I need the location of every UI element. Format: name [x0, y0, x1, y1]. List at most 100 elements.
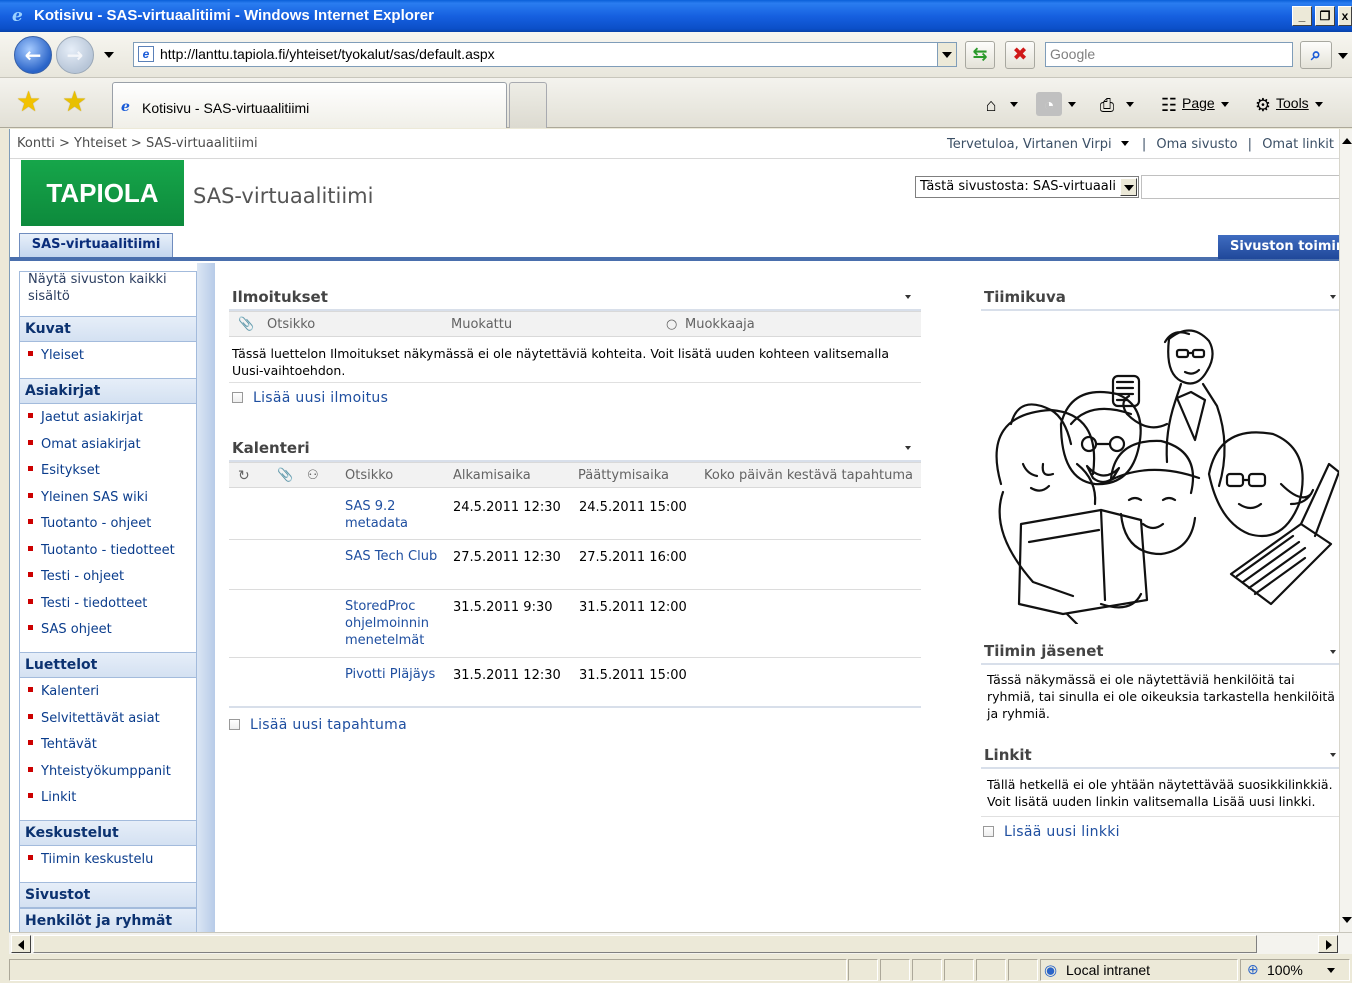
nav-item[interactable]: Jaetut asiakirjat — [28, 409, 143, 427]
col-title[interactable]: Otsikko — [267, 317, 315, 332]
security-zone[interactable]: ◉ Local intranet — [1040, 959, 1238, 981]
close-window-button[interactable]: x — [1338, 6, 1352, 26]
tab-current[interactable]: e Kotisivu - SAS-virtuaalitiimi — [112, 82, 507, 128]
col-end[interactable]: Päättymisaika — [578, 468, 669, 483]
links-title[interactable]: Linkit — [984, 746, 1032, 764]
col-editor[interactable]: Muokkaaja — [685, 317, 755, 332]
add-link-link[interactable]: Lisää uusi linkki — [983, 824, 1120, 840]
my-links-link[interactable]: Omat linkit — [1262, 137, 1334, 152]
nav-item[interactable]: Testi - ohjeet — [28, 568, 124, 586]
minimize-button[interactable]: _ — [1292, 6, 1312, 26]
zoom-value: 100% — [1267, 962, 1303, 978]
nav-heading-sivustot[interactable]: Sivustot — [20, 882, 196, 908]
col-allday[interactable]: Koko päivän kestävä tapahtuma — [704, 468, 913, 483]
nav-item[interactable]: Yleiset — [28, 347, 84, 365]
nav-item[interactable]: Tuotanto - tiedotteet — [28, 542, 175, 560]
col-modified[interactable]: Muokattu — [451, 317, 512, 332]
maximize-button[interactable]: ❐ — [1315, 6, 1335, 26]
announcements-menu-icon[interactable] — [905, 295, 911, 299]
members-menu-icon[interactable] — [1330, 650, 1336, 654]
event-link[interactable]: SAS 9.2 metadata — [345, 498, 445, 532]
members-title[interactable]: Tiimin jäsenet — [984, 642, 1104, 660]
add-favorite-icon[interactable]: ★ — [62, 87, 87, 117]
nav-item[interactable]: Kalenteri — [28, 683, 99, 701]
col-title[interactable]: Otsikko — [345, 468, 393, 483]
team-image-title[interactable]: Tiimikuva — [984, 288, 1066, 306]
vertical-scrollbar[interactable] — [1339, 129, 1352, 932]
event-link[interactable]: Pivotti Pläjäys — [345, 666, 445, 683]
nav-item[interactable]: Linkit — [28, 789, 76, 807]
nav-item[interactable]: Yleinen SAS wiki — [28, 489, 148, 507]
back-button[interactable]: ← — [14, 36, 52, 74]
top-nav-bar: SAS-virtuaalitiimi Sivuston toiminnot — [10, 233, 1340, 261]
team-image-menu-icon[interactable] — [1330, 295, 1336, 299]
home-button[interactable]: ⌂ — [978, 90, 1018, 116]
event-end: 31.5.2011 15:00 — [579, 668, 687, 683]
zoom-control[interactable]: ⊕ 100% — [1240, 959, 1350, 981]
announcements-title[interactable]: Ilmoitukset — [232, 288, 328, 306]
calendar-menu-icon[interactable] — [905, 446, 911, 450]
event-link[interactable]: StoredProc ohjelmoinnin menetelmät — [345, 598, 445, 649]
address-input[interactable]: e http://lanttu.tapiola.fi/yhteiset/tyok… — [133, 42, 957, 67]
nav-item[interactable]: SAS ohjeet — [28, 621, 112, 639]
ie-logo-icon: e — [12, 6, 23, 26]
add-event-link[interactable]: Lisää uusi tapahtuma — [229, 717, 407, 733]
my-site-link[interactable]: Oma sivusto — [1156, 137, 1237, 152]
nav-heading-kuvat[interactable]: Kuvat — [20, 316, 196, 342]
divider — [981, 816, 1340, 817]
site-search-input[interactable] — [1141, 175, 1340, 199]
tab-label: Kotisivu - SAS-virtuaalitiimi — [142, 100, 310, 116]
event-end: 27.5.2011 16:00 — [579, 550, 687, 565]
search-scope-select[interactable]: Tästä sivustosta: SAS-virtuaali — [915, 176, 1139, 198]
links-menu-icon[interactable] — [1330, 753, 1336, 757]
zoom-icon: ⊕ — [1247, 961, 1259, 977]
search-input[interactable]: Google — [1045, 42, 1293, 67]
nav-heading-luettelot[interactable]: Luettelot — [20, 652, 196, 678]
calendar-title[interactable]: Kalenteri — [232, 439, 310, 457]
nav-item[interactable]: Selvitettävät asiat — [28, 710, 160, 728]
nav-item[interactable]: Tiimin keskustelu — [28, 851, 153, 869]
status-bar: ◉ Local intranet ⊕ 100% — [0, 954, 1352, 983]
page-icon: e — [138, 46, 154, 62]
refresh-button[interactable]: ⇆ — [965, 41, 995, 69]
col-start[interactable]: Alkamisaika — [453, 468, 531, 483]
tapiola-logo[interactable]: TAPIOLA — [21, 160, 184, 226]
add-announcement-link[interactable]: Lisää uusi ilmoitus — [232, 390, 388, 406]
nav-heading-keskustelut[interactable]: Keskustelut — [20, 820, 196, 846]
welcome-menu[interactable]: Tervetuloa, Virtanen Virpi — [947, 137, 1112, 152]
welcome-dropdown-icon[interactable] — [1120, 141, 1129, 146]
forward-button[interactable]: → — [56, 36, 94, 74]
search-icon[interactable]: ⌕ — [1300, 41, 1332, 69]
search-scope-dropdown-icon[interactable] — [1120, 178, 1137, 196]
event-link[interactable]: SAS Tech Club — [345, 548, 445, 565]
stop-button[interactable]: ✖ — [1005, 41, 1035, 69]
history-dropdown-icon[interactable] — [104, 52, 114, 58]
page-menu[interactable]: ☷ Page — [1156, 90, 1229, 116]
nav-item[interactable]: Testi - tiedotteet — [28, 595, 147, 613]
tab-site-home[interactable]: SAS-virtuaalitiimi — [19, 233, 173, 257]
nav-heading-asiakirjat[interactable]: Asiakirjat — [20, 378, 196, 404]
nav-item[interactable]: Esitykset — [28, 462, 100, 480]
feeds-button[interactable]: ◔ — [1036, 90, 1076, 117]
nav-heading-henkilot[interactable]: Henkilöt ja ryhmät — [20, 908, 196, 932]
nav-item[interactable]: Tuotanto - ohjeet — [28, 515, 151, 533]
print-button[interactable]: ⎙ — [1094, 90, 1134, 116]
view-all-content-link[interactable]: Näytä sivuston kaikki sisältö — [28, 271, 188, 305]
address-dropdown-button[interactable] — [937, 42, 957, 67]
home-icon: ⌂ — [985, 95, 997, 116]
horizontal-scrollbar[interactable] — [9, 932, 1352, 954]
site-actions-menu[interactable]: Sivuston toiminnot — [1218, 235, 1340, 259]
team-illustration — [995, 329, 1340, 624]
status-pane — [1008, 959, 1038, 981]
new-tab-button[interactable] — [509, 82, 547, 128]
tools-menu[interactable]: ⚙ Tools — [1250, 90, 1323, 116]
search-options-dropdown-icon[interactable] — [1338, 53, 1348, 59]
nav-item[interactable]: Tehtävät — [28, 736, 97, 754]
breadcrumb[interactable]: Kontti > Yhteiset > SAS-virtuaalitiimi — [17, 136, 258, 151]
zoom-dropdown-icon[interactable] — [1327, 968, 1335, 973]
event-end: 31.5.2011 12:00 — [579, 600, 687, 615]
nav-item[interactable]: Yhteistyökumppanit — [28, 763, 171, 781]
nav-item[interactable]: Omat asiakirjat — [28, 436, 141, 454]
gear-icon: ⚙ — [1254, 95, 1272, 116]
favorites-star-icon[interactable]: ★ — [16, 87, 41, 117]
